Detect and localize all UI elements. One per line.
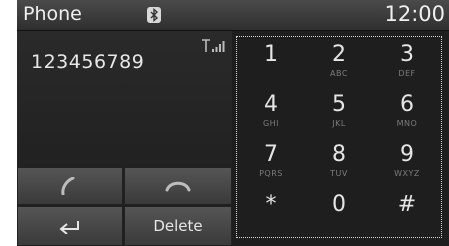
key-9[interactable]: 9 WXYZ	[373, 137, 441, 187]
key-1[interactable]: 1	[237, 37, 305, 87]
key-letters: GHI	[262, 119, 280, 128]
key-letters: ABC	[330, 69, 348, 78]
key-digit: 5	[332, 92, 346, 117]
clock: 12:00	[384, 2, 445, 26]
key-digit: 6	[400, 92, 414, 117]
key-digit: 3	[400, 42, 414, 67]
key-star[interactable]: *	[237, 187, 305, 237]
bluetooth-icon	[147, 7, 161, 23]
key-2[interactable]: 2 ABC	[305, 37, 373, 87]
app-title: Phone	[23, 3, 82, 25]
key-digit: 0	[332, 192, 346, 217]
key-digit: *	[265, 192, 277, 217]
end-call-button[interactable]	[124, 167, 232, 205]
key-7[interactable]: 7 PQRS	[237, 137, 305, 187]
phone-screen: Phone 12:00 123456789 Delete 1 2 ABC 3 D…	[17, 0, 449, 246]
key-0[interactable]: 0	[305, 187, 373, 237]
key-6[interactable]: 6 MNO	[373, 87, 441, 137]
key-digit: 4	[264, 92, 278, 117]
back-arrow-icon	[59, 221, 79, 234]
signal-strength-icon	[202, 38, 226, 52]
key-letters: WXYZ	[394, 169, 420, 178]
key-letters: PQRS	[259, 169, 283, 178]
dial-keypad: 1 2 ABC 3 DEF 4 GHI 5 JKL 6 MNO 7 PQRS 8	[236, 36, 442, 238]
key-8[interactable]: 8 TUV	[305, 137, 373, 187]
handset-end-icon	[165, 181, 191, 192]
key-3[interactable]: 3 DEF	[373, 37, 441, 87]
key-digit: #	[397, 192, 417, 217]
back-button[interactable]	[17, 206, 123, 246]
key-hash[interactable]: #	[373, 187, 441, 237]
key-4[interactable]: 4 GHI	[237, 87, 305, 137]
key-digit: 1	[264, 42, 278, 67]
key-letters: JKL	[332, 119, 346, 128]
handset-call-icon	[61, 177, 75, 195]
call-button[interactable]	[17, 167, 123, 205]
dial-panel: 123456789 Delete	[17, 31, 232, 246]
key-letters: TUV	[330, 169, 348, 178]
key-digit: 8	[332, 142, 346, 167]
delete-button[interactable]: Delete	[124, 206, 232, 246]
dialed-number: 123456789	[31, 51, 145, 73]
key-digit: 9	[400, 142, 414, 167]
status-bar: Phone 12:00	[17, 0, 449, 31]
key-digit: 7	[264, 142, 278, 167]
key-digit: 2	[332, 42, 346, 67]
key-letters: MNO	[396, 119, 418, 128]
key-5[interactable]: 5 JKL	[305, 87, 373, 137]
key-letters: DEF	[398, 69, 416, 78]
